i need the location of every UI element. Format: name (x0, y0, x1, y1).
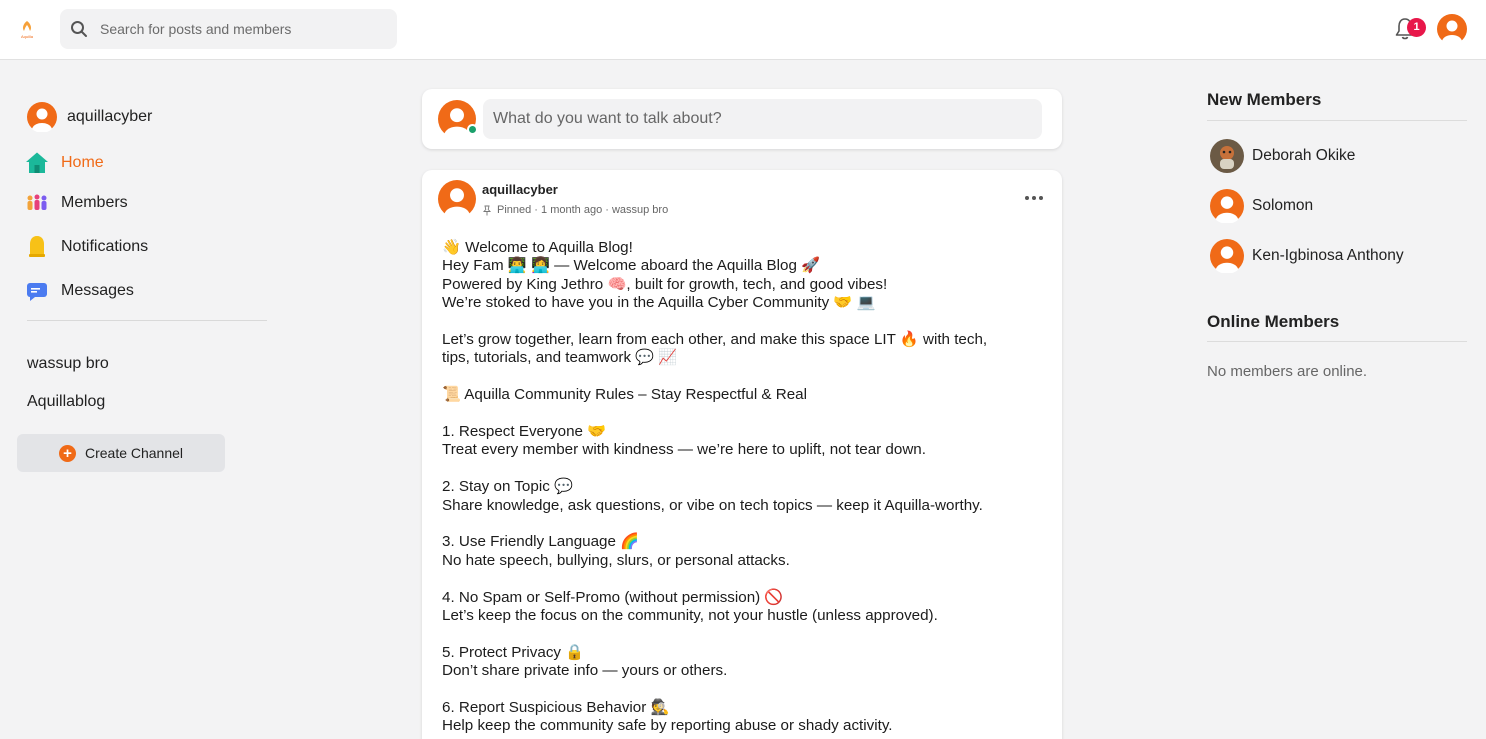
post-line: Powered by King Jethro 🧠, built for grow… (442, 275, 888, 293)
svg-text:Aquilla: Aquilla (21, 34, 34, 39)
search-bar[interactable] (60, 9, 397, 49)
post-blank-line (442, 515, 1042, 533)
member-ken-igbinosa-anthony[interactable]: Ken-Igbinosa Anthony (1210, 239, 1404, 273)
post-author-name[interactable]: aquillacyber (482, 182, 558, 197)
sidebar-item-members[interactable]: Members (25, 190, 128, 216)
post-line: 6. Report Suspicious Behavior 🕵️ (442, 699, 670, 717)
sidebar-item-notifications[interactable]: Notifications (25, 234, 148, 260)
notification-count-badge[interactable]: 1 (1407, 18, 1426, 37)
post-line: No hate speech, bullying, slurs, or pers… (442, 551, 790, 569)
sidebar-item-home[interactable]: Home (25, 150, 104, 176)
member-solomon[interactable]: Solomon (1210, 189, 1313, 223)
member-avatar (1210, 239, 1244, 273)
post-blank-line (442, 625, 1042, 643)
member-name: Ken-Igbinosa Anthony (1252, 247, 1404, 264)
post-composer (422, 89, 1062, 149)
online-status-dot (467, 124, 478, 135)
post-blank-line (442, 681, 1042, 699)
post-line: 📜 Aquilla Community Rules – Stay Respect… (442, 386, 808, 404)
top-bar: Aquilla 1 (0, 0, 1486, 60)
plus-icon: + (58, 444, 76, 462)
post-blank-line (442, 368, 1042, 386)
composer-input[interactable] (483, 99, 1042, 139)
aquilla-logo-icon[interactable]: Aquilla (16, 18, 38, 40)
post-options-icon[interactable] (1022, 192, 1046, 204)
post-line: Let’s grow together, learn from each oth… (442, 331, 988, 349)
post-line: Hey Fam 👨‍💻 👩‍💻 — Welcome aboard the Aqu… (442, 257, 821, 275)
post-line: Let’s keep the focus on the community, n… (442, 607, 938, 625)
sidebar-item-label: Messages (61, 282, 134, 299)
search-icon (71, 21, 87, 37)
post-blank-line (442, 405, 1042, 423)
home-icon (26, 152, 48, 173)
post-line: Help keep the community safe by reportin… (442, 717, 893, 735)
sidebar-divider (27, 320, 267, 321)
post-line: Don’t share private info — yours or othe… (442, 662, 728, 680)
post-line: 3. Use Friendly Language 🌈 (442, 533, 640, 551)
post-line: 4. No Spam or Self-Promo (without permis… (442, 588, 784, 606)
post-line: Share knowledge, ask questions, or vibe … (442, 496, 983, 514)
pin-icon (482, 205, 492, 215)
pinned-post: aquillacyber Pinned · 1 month ago · wass… (422, 170, 1062, 739)
create-channel-button[interactable]: + Create Channel (17, 434, 225, 472)
sidebar-item-label: Notifications (61, 238, 149, 255)
channel-aquillablog[interactable]: Aquillablog (27, 393, 105, 411)
no-online-members-text: No members are online. (1207, 363, 1368, 380)
messages-icon (27, 283, 47, 301)
member-name: Deborah Okike (1252, 147, 1356, 164)
post-line: tips, tutorials, and teamwork 💬 📈 (442, 349, 678, 367)
new-members-divider (1207, 120, 1467, 121)
bell-icon (29, 236, 45, 257)
sidebar-user[interactable]: aquillacyber (27, 102, 152, 132)
channel-wassup-bro[interactable]: wassup bro (27, 355, 109, 373)
post-line: 1. Respect Everyone 🤝 (442, 423, 607, 441)
post-blank-line (442, 313, 1042, 331)
post-line: 👋 Welcome to Aquilla Blog! (442, 239, 633, 256)
post-meta: Pinned · 1 month ago · wassup bro (482, 204, 668, 216)
members-icon (27, 194, 47, 210)
post-author-avatar[interactable] (438, 180, 476, 218)
post-blank-line (442, 460, 1042, 478)
sidebar-item-label: Home (61, 154, 104, 171)
search-input[interactable] (100, 9, 390, 49)
profile-avatar[interactable] (1437, 14, 1467, 44)
sidebar-item-label: Members (61, 194, 128, 211)
member-avatar (1210, 139, 1244, 173)
user-avatar (27, 102, 57, 132)
create-channel-label: Create Channel (84, 445, 184, 461)
post-body: 👋 Welcome to Aquilla Blog! Hey Fam 👨‍💻 👩‍… (442, 239, 1042, 736)
post-line: 2. Stay on Topic 💬 (442, 478, 573, 496)
new-members-heading: New Members (1207, 90, 1322, 109)
member-deborah-okike[interactable]: Deborah Okike (1210, 139, 1355, 173)
member-avatar (1210, 189, 1244, 223)
online-members-divider (1207, 341, 1467, 342)
post-line: We’re stoked to have you in the Aquilla … (442, 294, 876, 312)
sidebar-item-messages[interactable]: Messages (25, 278, 134, 304)
member-name: Solomon (1252, 197, 1314, 214)
post-meta-text: Pinned · 1 month ago · wassup bro (497, 204, 669, 216)
post-line: Treat every member with kindness — we’re… (442, 441, 926, 459)
post-blank-line (442, 570, 1042, 588)
post-line: 5. Protect Privacy 🔒 (442, 643, 585, 661)
online-members-heading: Online Members (1207, 312, 1340, 331)
sidebar-username: aquillacyber (67, 108, 153, 125)
